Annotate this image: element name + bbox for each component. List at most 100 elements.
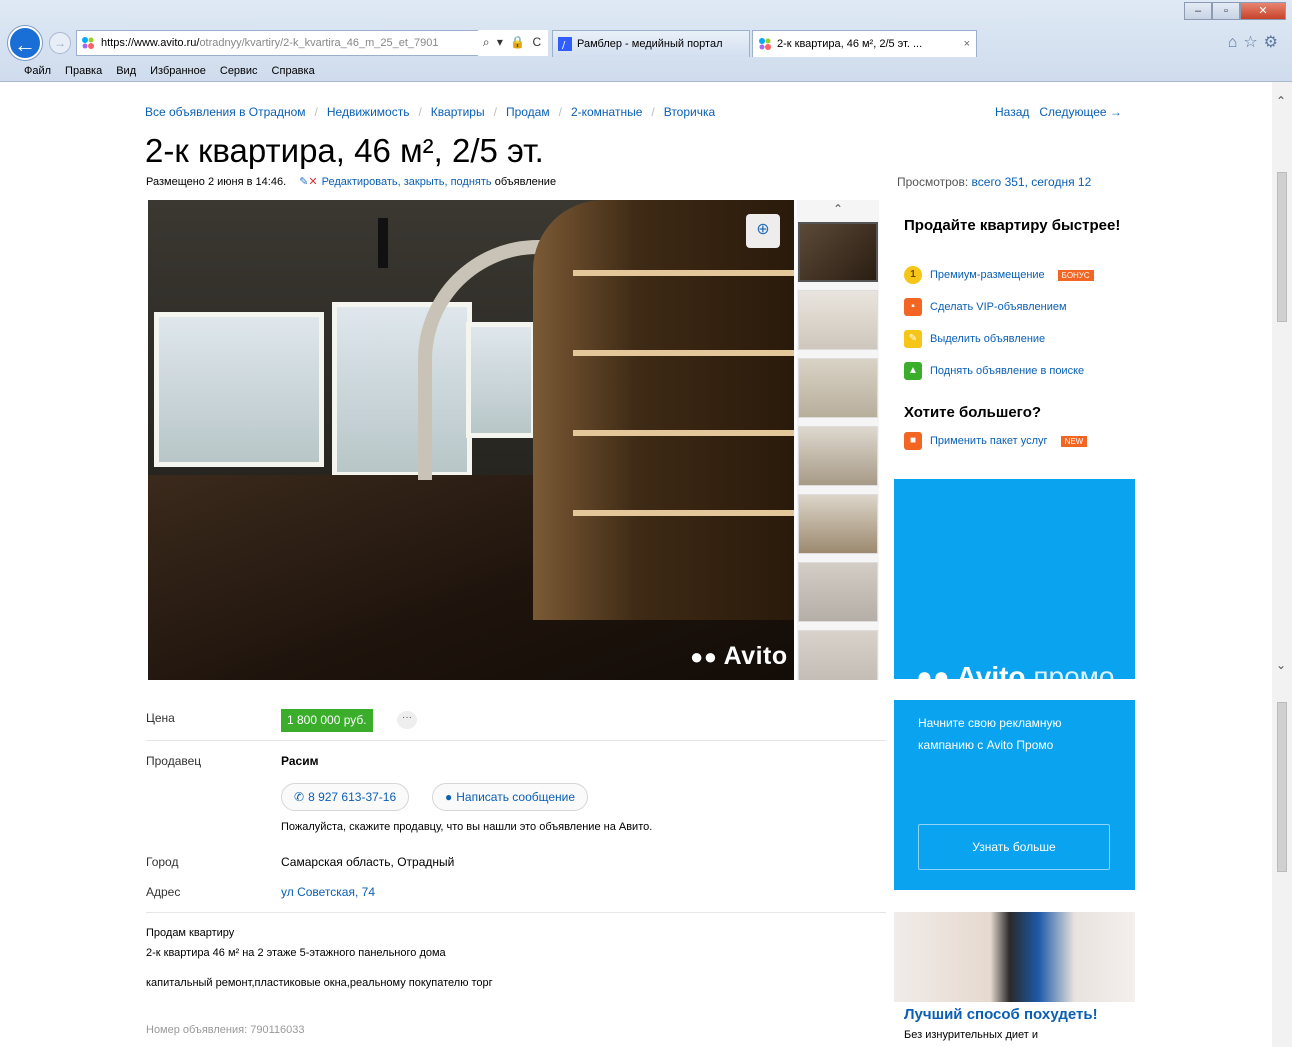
breadcrumb-apartments[interactable]: Квартиры: [431, 105, 485, 119]
scroll-thumb[interactable]: [1277, 172, 1287, 322]
page-content: Все объявления в Отрадном / Недвижимость /…: [0, 82, 1272, 1047]
ad-number-value: 790116033: [250, 1024, 305, 1036]
ad-number-label: Номер объявления:: [146, 1024, 248, 1036]
service-vip[interactable]: ▪ Сделать VIP-объявлением: [904, 298, 1067, 316]
city-value: Самарская область, Отрадный: [281, 855, 455, 869]
advertisement[interactable]: Лучший способ похудеть! Без изнурительны…: [894, 912, 1135, 1047]
avito-watermark: ●● Avito: [690, 642, 788, 671]
tab-close-icon[interactable]: ×: [964, 31, 970, 57]
thumbnail[interactable]: [798, 222, 878, 282]
scroll-thumb[interactable]: [1277, 702, 1287, 872]
seller-name[interactable]: Расим: [281, 754, 318, 768]
service-label[interactable]: Премиум-размещение: [930, 269, 1045, 281]
page-title: 2-к квартира, 46 м², 2/5 эт.: [145, 132, 544, 169]
bonus-badge: БОНУС: [1057, 269, 1094, 281]
ad-image: [894, 912, 1135, 1002]
description-line: Продам квартиру: [146, 927, 235, 939]
service-package[interactable]: ■ Применить пакет услуг NEW: [904, 432, 1088, 450]
service-label[interactable]: Выделить объявление: [930, 333, 1045, 345]
views-counter: Просмотров: всего 351, сегодня 12: [897, 175, 1091, 189]
chevron-up-icon[interactable]: ⌃: [797, 202, 879, 216]
description-line: капитальный ремонт,пластиковые окна,реал…: [146, 977, 493, 989]
service-label[interactable]: Сделать VIP-объявлением: [930, 301, 1067, 313]
menu-edit[interactable]: Правка: [65, 62, 102, 81]
breadcrumb-all-ads[interactable]: Все объявления в Отрадном: [145, 105, 306, 119]
posted-info: Размещено 2 июня в 14:46. ✎✕ Редактироват…: [146, 175, 556, 188]
page-scrollbar[interactable]: ⌃ ⌄: [1272, 82, 1292, 1047]
breadcrumb-separator: /: [558, 105, 562, 119]
promo-brand-name: Avito: [956, 661, 1026, 679]
address-link[interactable]: ул Советская, 74: [281, 885, 375, 899]
menu-view[interactable]: Вид: [116, 62, 136, 81]
zoom-in-icon[interactable]: ⊕: [746, 214, 780, 248]
thumbnail[interactable]: [798, 630, 878, 680]
write-message-button[interactable]: ● Написать сообщение: [432, 783, 589, 811]
tab-label: 2-к квартира, 46 м², 2/5 эт. ...: [777, 38, 923, 50]
arrow-up-icon: ▲: [904, 362, 922, 380]
tab-avito[interactable]: 2-к квартира, 46 м², 2/5 эт. ... ×: [752, 30, 977, 57]
home-icon[interactable]: ⌂: [1228, 34, 1244, 51]
edit-ad-links[interactable]: Редактировать, закрыть, поднять: [322, 176, 492, 188]
breadcrumb-real-estate[interactable]: Недвижимость: [327, 105, 410, 119]
service-premium[interactable]: 1 Премиум-размещение БОНУС: [904, 266, 1094, 284]
avito-promo-banner[interactable]: ●● Avito промо: [894, 479, 1135, 679]
ad-navigation: Назад Следующее →: [995, 105, 1122, 119]
thumbnail[interactable]: [798, 426, 878, 486]
tab-label: Рамблер - медийный портал: [577, 38, 723, 50]
forward-arrow-icon[interactable]: →: [49, 32, 71, 54]
phone-button[interactable]: ✆ 8 927 613-37-16: [281, 783, 410, 811]
coin-icon: 1: [904, 266, 922, 284]
gift-box-icon: ■: [904, 432, 922, 450]
close-x-icon: ✕: [308, 176, 318, 188]
back-arrow-icon[interactable]: ←: [8, 26, 42, 60]
menu-file[interactable]: Файл: [24, 62, 51, 81]
address-tools[interactable]: ⌕ ▾ 🔒 C: [478, 30, 548, 56]
edit-suffix: объявление: [494, 176, 557, 188]
thumbnail[interactable]: [798, 358, 878, 418]
price-label: Цена: [146, 711, 175, 725]
photo-thumbnails: ⌃: [797, 200, 879, 680]
minimize-icon[interactable]: –: [1184, 2, 1212, 20]
seller-label: Продавец: [146, 754, 202, 768]
menu-tools[interactable]: Сервис: [220, 62, 258, 81]
rambler-favicon-icon: /: [558, 37, 572, 51]
breadcrumb-two-room[interactable]: 2-комнатные: [571, 105, 642, 119]
ad-headline[interactable]: Лучший способ похудеть!: [904, 1006, 1098, 1023]
service-highlight[interactable]: ✎ Выделить объявление: [904, 330, 1045, 348]
settings-gear-icon[interactable]: ⚙: [1264, 34, 1284, 51]
learn-more-button[interactable]: Узнать больше: [918, 824, 1110, 870]
ad-number: Номер объявления: 790116033: [146, 1024, 304, 1036]
close-window-icon[interactable]: ✕: [1240, 2, 1286, 20]
maximize-icon[interactable]: ▫: [1212, 2, 1240, 20]
avito-favicon-icon: [82, 37, 94, 49]
write-message-label: Написать сообщение: [456, 790, 576, 804]
service-raise[interactable]: ▲ Поднять объявление в поиске: [904, 362, 1084, 380]
avito-favicon-icon: [759, 38, 771, 50]
breadcrumb-sell[interactable]: Продам: [506, 105, 550, 119]
thumbnail[interactable]: [798, 562, 878, 622]
city-label: Город: [146, 855, 179, 869]
watermark-text: Avito: [723, 642, 788, 670]
promo-brand-suffix: промо: [1033, 661, 1115, 679]
thumbnail[interactable]: [798, 494, 878, 554]
views-value-link[interactable]: всего 351, сегодня 12: [972, 175, 1092, 189]
breadcrumb-secondary[interactable]: Вторичка: [664, 105, 715, 119]
favorites-star-icon[interactable]: ☆: [1243, 34, 1263, 51]
service-label[interactable]: Применить пакет услуг: [930, 435, 1048, 447]
more-options-icon[interactable]: ···: [397, 711, 417, 729]
tab-rambler[interactable]: / Рамблер - медийный портал: [552, 30, 750, 57]
want-more-heading: Хотите большего?: [904, 404, 1042, 421]
phone-icon: ✆: [294, 790, 305, 804]
menu-help[interactable]: Справка: [272, 62, 315, 81]
service-label[interactable]: Поднять объявление в поиске: [930, 365, 1084, 377]
scroll-down-icon[interactable]: ⌄: [1276, 658, 1286, 672]
promo-brand: ●● Avito промо: [916, 661, 1114, 679]
photo-shelf: [533, 200, 794, 620]
main-photo[interactable]: [148, 200, 794, 680]
scroll-up-icon[interactable]: ⌃: [1276, 94, 1286, 108]
next-link[interactable]: Следующее →: [1039, 105, 1122, 119]
back-link[interactable]: Назад: [995, 105, 1029, 119]
menu-favorites[interactable]: Избранное: [150, 62, 206, 81]
breadcrumb-separator: /: [493, 105, 497, 119]
thumbnail[interactable]: [798, 290, 878, 350]
